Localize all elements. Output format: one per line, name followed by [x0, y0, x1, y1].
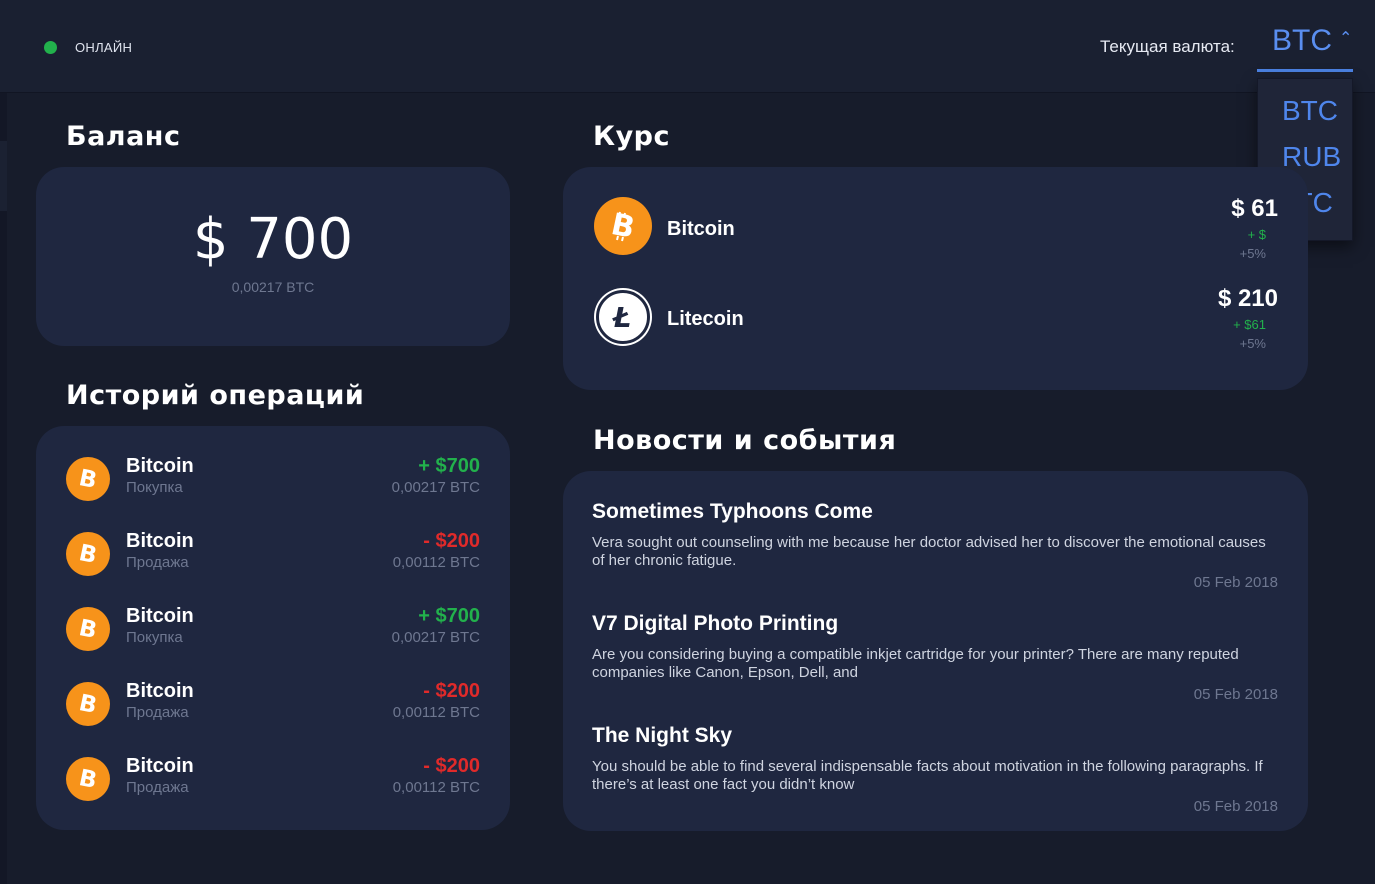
- currency-option-rub[interactable]: RUB: [1282, 141, 1341, 173]
- svg-text:B: B: [77, 691, 100, 717]
- currency-label: Текущая валюта:: [1100, 37, 1235, 56]
- svg-text:B: B: [77, 466, 100, 492]
- online-status-dot: [44, 41, 57, 54]
- operation-amount: + $700: [418, 455, 480, 477]
- bitcoin-icon: B: [66, 457, 110, 501]
- bitcoin-icon: B: [594, 197, 652, 255]
- news-item-text: Are you considering buying a compatible …: [592, 646, 1239, 681]
- news-item[interactable]: The Night Sky You should be able to find…: [592, 724, 1278, 816]
- currency-select[interactable]: BTC ⌃: [1257, 22, 1353, 72]
- rate-price-litecoin: $ 210: [1217, 285, 1278, 312]
- svg-text:Ł: Ł: [612, 302, 631, 332]
- operation-name: Bitcoin: [126, 455, 194, 477]
- operation-btc: 0,00112 BTC: [392, 779, 480, 796]
- news-item-date: 05 Feb 2018: [1193, 798, 1278, 815]
- operation-name: Bitcoin: [126, 755, 194, 777]
- rate-change-bitcoin: + $: [1247, 227, 1266, 242]
- currency-option-btc[interactable]: BTC: [1282, 95, 1338, 127]
- operation-amount: + $700: [418, 605, 480, 627]
- operation-amount: - $200: [423, 755, 480, 777]
- operation-amount: - $200: [423, 680, 480, 702]
- operation-btc: 0,00217 BTC: [391, 629, 480, 646]
- balance-amount: $ 700: [192, 207, 354, 272]
- history-row[interactable]: B Bitcoin Покупка + $700 0,00217 BTC: [36, 605, 510, 680]
- rates-card: B Bitcoin $ 61 + $ +5% Ł Litecoin $ 210 …: [563, 167, 1308, 390]
- operation-amount: - $200: [423, 530, 480, 552]
- rate-pct-bitcoin: +5%: [1239, 246, 1266, 261]
- history-row[interactable]: B Bitcoin Продажа - $200 0,00112 BTC: [36, 530, 510, 605]
- news-item-date: 05 Feb 2018: [1193, 574, 1278, 591]
- news-card: Sometimes Typhoons Come Vera sought out …: [563, 471, 1308, 831]
- news-item[interactable]: V7 Digital Photo Printing Are you consid…: [592, 612, 1278, 704]
- news-item-text: You should be able to find several indis…: [592, 758, 1263, 793]
- rate-pct-litecoin: +5%: [1239, 336, 1266, 351]
- news-item-title: Sometimes Typhoons Come: [592, 500, 873, 523]
- rate-name-litecoin: Litecoin: [667, 308, 744, 330]
- rates-title: Курс: [593, 121, 671, 152]
- history-row[interactable]: B Bitcoin Покупка + $700 0,00217 BTC: [36, 455, 510, 530]
- balance-title: Баланс: [66, 121, 181, 152]
- operation-name: Bitcoin: [126, 530, 194, 552]
- svg-text:B: B: [77, 616, 100, 642]
- news-item-date: 05 Feb 2018: [1193, 686, 1278, 703]
- operation-btc: 0,00112 BTC: [392, 704, 480, 721]
- operation-name: Bitcoin: [126, 680, 194, 702]
- news-item-title: The Night Sky: [592, 724, 733, 747]
- currency-selected-value: BTC: [1272, 24, 1332, 57]
- history-card: B Bitcoin Покупка + $700 0,00217 BTC B B…: [36, 426, 510, 830]
- operation-btc: 0,00112 BTC: [392, 554, 480, 571]
- history-row[interactable]: B Bitcoin Продажа - $200 0,00112 BTC: [36, 755, 510, 830]
- bitcoin-icon: B: [66, 532, 110, 576]
- svg-text:B: B: [77, 541, 100, 567]
- svg-text:B: B: [77, 766, 100, 792]
- bitcoin-icon: B: [66, 757, 110, 801]
- rate-price-bitcoin: $ 61: [1231, 195, 1278, 222]
- bitcoin-icon: B: [66, 682, 110, 726]
- sidebar-tab[interactable]: [0, 141, 7, 211]
- top-bar: ОНЛАЙН Текущая валюта: BTC ⌃: [0, 0, 1375, 93]
- status-text: ОНЛАЙН: [75, 40, 133, 55]
- news-item-text: Vera sought out counseling with me becau…: [592, 534, 1266, 569]
- operation-type: Покупка: [126, 629, 183, 646]
- rate-name-bitcoin: Bitcoin: [667, 218, 735, 240]
- operation-type: Продажа: [126, 704, 189, 721]
- operation-type: Покупка: [126, 479, 183, 496]
- balance-card: $ 700 0,00217 BTC: [36, 167, 510, 346]
- litecoin-icon: Ł: [596, 290, 650, 344]
- history-title: Историй операций: [66, 380, 365, 411]
- news-item-title: V7 Digital Photo Printing: [592, 612, 839, 635]
- balance-btc: 0,00217 BTC: [231, 279, 315, 295]
- connection-status: ОНЛАЙН: [44, 40, 132, 55]
- operation-name: Bitcoin: [126, 605, 194, 627]
- operation-type: Продажа: [126, 554, 189, 571]
- rate-change-litecoin: + $61: [1233, 317, 1266, 332]
- bitcoin-icon: B: [66, 607, 110, 651]
- chevron-up-icon: ⌃: [1339, 30, 1353, 47]
- operation-btc: 0,00217 BTC: [391, 479, 480, 496]
- sidebar-edge: [0, 93, 7, 884]
- history-row[interactable]: B Bitcoin Продажа - $200 0,00112 BTC: [36, 680, 510, 755]
- news-item[interactable]: Sometimes Typhoons Come Vera sought out …: [592, 500, 1278, 592]
- operation-type: Продажа: [126, 779, 189, 796]
- news-title: Новости и события: [593, 425, 897, 456]
